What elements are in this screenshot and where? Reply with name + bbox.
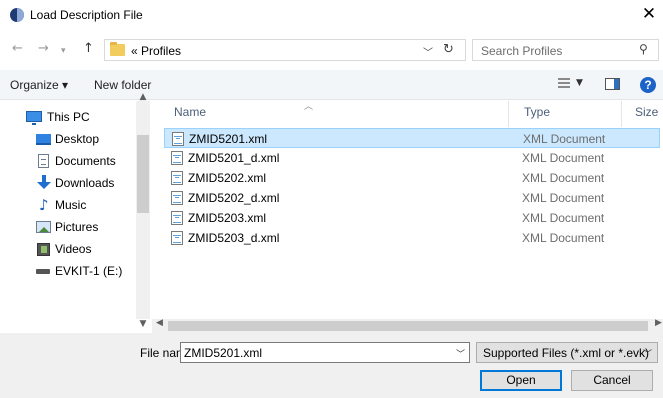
desktop-icon: [36, 134, 51, 145]
file-type: XML Document: [522, 211, 605, 225]
command-toolbar: Organize ▾ New folder ▼ ?: [0, 70, 663, 100]
xml-file-icon: [171, 211, 183, 225]
file-type-select-value: Supported Files (*.xml or *.evk): [483, 346, 650, 360]
xml-file-icon: [171, 191, 183, 205]
file-row-selected[interactable]: ZMID5201.xml XML Document: [164, 128, 660, 148]
cancel-button[interactable]: Cancel: [571, 370, 653, 391]
nav-item-label: EVKIT-1 (E:): [55, 264, 123, 278]
file-name-combobox[interactable]: ﹀: [180, 342, 470, 363]
forward-arrow-icon[interactable]: →: [38, 42, 49, 56]
documents-icon: [38, 154, 49, 168]
nav-item-label: Videos: [55, 242, 92, 256]
file-row[interactable]: ZMID5202.xml XML Document: [164, 168, 660, 188]
xml-file-icon: [171, 171, 183, 185]
nav-item-label: Pictures: [55, 220, 99, 234]
xml-file-icon: [171, 151, 183, 165]
file-list: Name ︿ Type Size ZMID5201.xml XML Docume…: [152, 101, 663, 319]
file-row[interactable]: ZMID5201_d.xml XML Document: [164, 148, 660, 168]
nav-scroll-up-icon[interactable]: ▲: [136, 92, 150, 104]
recent-locations-chevron-icon[interactable]: ▾: [61, 44, 66, 58]
file-type: XML Document: [522, 191, 605, 205]
up-arrow-icon[interactable]: ↑: [83, 42, 94, 56]
music-icon: ♪: [39, 196, 49, 214]
downloads-icon: [37, 175, 51, 190]
this-pc-icon: [26, 111, 42, 125]
app-icon: [10, 8, 24, 22]
nav-item-videos[interactable]: Videos: [0, 239, 135, 259]
drive-icon: [36, 269, 50, 274]
help-icon[interactable]: ?: [640, 77, 656, 93]
file-name: ZMID5203_d.xml: [188, 231, 280, 245]
scroll-left-icon[interactable]: ◀: [156, 318, 163, 328]
nav-item-downloads[interactable]: Downloads: [0, 173, 135, 193]
bottom-panel: File name: ﹀ Supported Files (*.xml or *…: [0, 333, 663, 398]
column-header-name[interactable]: Name ︿: [174, 102, 313, 119]
breadcrumb[interactable]: « Profiles: [131, 44, 181, 58]
close-icon[interactable]: ✕: [638, 5, 660, 25]
address-bar[interactable]: « Profiles ﹀ ↻: [104, 39, 466, 61]
file-type-chevron-icon: ﹀: [643, 350, 653, 360]
search-input[interactable]: Search Profiles: [481, 44, 562, 58]
file-type: XML Document: [522, 151, 605, 165]
nav-item-desktop[interactable]: Desktop: [0, 129, 135, 149]
file-name: ZMID5202_d.xml: [188, 191, 280, 205]
file-name: ZMID5201.xml: [189, 132, 268, 146]
navigation-pane: This PC Desktop Documents Downloads ♪ Mu…: [0, 101, 150, 319]
change-view-icon[interactable]: [558, 78, 570, 89]
file-type: XML Document: [522, 171, 605, 185]
xml-file-icon: [172, 132, 184, 146]
nav-scroll-down-icon[interactable]: ▼: [136, 319, 150, 331]
nav-item-label: Documents: [55, 154, 116, 168]
nav-item-pictures[interactable]: Pictures: [0, 217, 135, 237]
column-header-type[interactable]: Type: [524, 105, 550, 119]
nav-item-label: Music: [55, 198, 87, 212]
file-type-select[interactable]: Supported Files (*.xml or *.evk) ﹀: [476, 342, 658, 363]
folder-icon: [110, 42, 125, 56]
file-row[interactable]: ZMID5203.xml XML Document: [164, 208, 660, 228]
search-icon: ⚲: [639, 42, 648, 56]
nav-item-label: This PC: [47, 110, 90, 124]
new-folder-button[interactable]: New folder: [94, 78, 151, 92]
search-box[interactable]: Search Profiles ⚲: [472, 39, 659, 61]
nav-scrollbar-thumb[interactable]: [137, 135, 149, 213]
nav-item-label: Desktop: [55, 132, 100, 146]
file-row[interactable]: ZMID5202_d.xml XML Document: [164, 188, 660, 208]
column-divider[interactable]: [621, 101, 622, 127]
file-row[interactable]: ZMID5203_d.xml XML Document: [164, 228, 660, 248]
file-name: ZMID5201_d.xml: [188, 151, 280, 165]
column-header-label: Name: [174, 105, 207, 119]
pictures-icon: [36, 221, 51, 233]
view-options-chevron-icon[interactable]: ▼: [576, 78, 583, 88]
nav-item-drive[interactable]: EVKIT-1 (E:): [0, 261, 135, 281]
file-type: XML Document: [522, 231, 605, 245]
horizontal-scrollbar-thumb[interactable]: [168, 321, 648, 331]
column-header-size[interactable]: Size: [635, 105, 658, 119]
refresh-icon[interactable]: ↻: [443, 42, 454, 57]
file-name-input[interactable]: [181, 343, 449, 362]
address-row: ← → ▾ ↑ « Profiles ﹀ ↻ Search Profiles ⚲: [0, 30, 663, 68]
scroll-right-icon[interactable]: ▶: [655, 318, 662, 328]
nav-item-music[interactable]: ♪ Music: [0, 195, 135, 215]
title-bar: Load Description File ✕: [0, 0, 663, 30]
open-button[interactable]: Open: [480, 370, 562, 391]
nav-item-label: Downloads: [55, 176, 115, 190]
address-dropdown-chevron-icon[interactable]: ﹀: [423, 44, 433, 59]
organize-button[interactable]: Organize ▾: [10, 78, 68, 92]
file-name: ZMID5203.xml: [188, 211, 267, 225]
column-divider[interactable]: [508, 101, 509, 127]
back-arrow-icon[interactable]: ←: [12, 42, 23, 56]
preview-pane-icon[interactable]: [605, 78, 620, 90]
nav-item-this-pc[interactable]: This PC: [0, 107, 135, 127]
xml-file-icon: [171, 231, 183, 245]
videos-icon: [37, 243, 50, 256]
file-type: XML Document: [523, 132, 606, 146]
file-name-dropdown-chevron-icon[interactable]: ﹀: [456, 347, 465, 360]
file-name: ZMID5202.xml: [188, 171, 267, 185]
sort-ascending-icon: ︿: [304, 102, 314, 112]
window-title: Load Description File: [30, 8, 143, 22]
nav-item-documents[interactable]: Documents: [0, 151, 135, 171]
